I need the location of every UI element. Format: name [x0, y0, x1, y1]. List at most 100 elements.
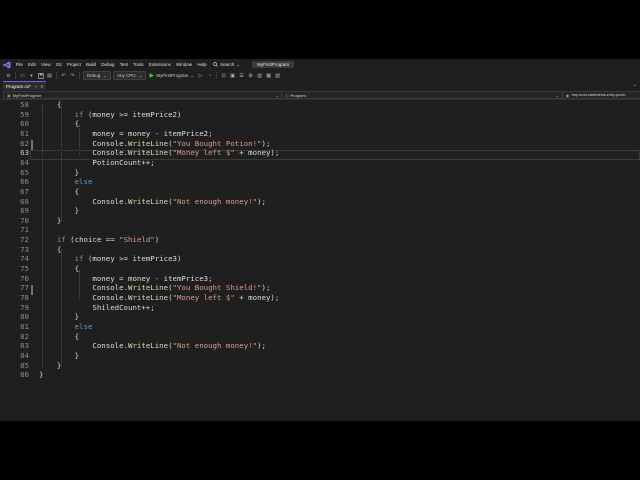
configuration-dropdown[interactable]: Debug ⌄ — [83, 71, 112, 80]
identifier-token: Console — [92, 283, 124, 293]
toolbar-tool-icon[interactable]: ▣ — [228, 71, 237, 80]
code-line[interactable]: 83 Console.WriteLine("Not enough money!"… — [0, 341, 640, 351]
code-text: } — [39, 361, 61, 371]
code-line[interactable]: 72 if (choice == "Shield") — [0, 235, 640, 245]
identifier-token: money — [128, 273, 151, 283]
code-line[interactable]: 64 PotionCount++; — [0, 158, 640, 168]
toolbar-tool-icon[interactable]: ▧ — [273, 71, 282, 80]
string-literal: "Money left $" — [172, 148, 235, 158]
code-line[interactable]: 65 } — [0, 168, 640, 178]
redo-icon[interactable]: ↷ — [68, 71, 77, 80]
code-line[interactable]: 85 } — [0, 361, 640, 371]
toolbar-tool-icon[interactable]: ⊡ — [219, 71, 228, 80]
code-line[interactable]: 82 { — [0, 332, 640, 342]
chevron-down-icon: ⌄ — [555, 92, 559, 98]
code-line[interactable]: 71 — [0, 225, 640, 235]
operator-token: { — [56, 100, 62, 109]
code-text: { — [39, 100, 61, 110]
identifier-token: itemPrice2 — [163, 128, 209, 138]
menu-edit[interactable]: Edit — [25, 62, 38, 67]
save-icon[interactable] — [36, 71, 45, 80]
save-all-icon[interactable]: ▤ — [45, 71, 54, 80]
configuration-value: Debug — [87, 73, 101, 78]
code-line[interactable]: 80 } — [0, 312, 640, 322]
type-dropdown[interactable]: ⬡ Program ⌄ — [281, 91, 563, 99]
close-icon[interactable]: ✕ — [40, 84, 43, 89]
string-literal: "Money left $" — [172, 293, 235, 302]
operator-token: } — [74, 167, 80, 177]
code-line[interactable]: 69 } — [0, 206, 640, 216]
code-line[interactable]: 63 Console.WriteLine("Money left $" + mo… — [0, 148, 640, 158]
code-line[interactable]: 77 Console.WriteLine("You Bought Shield!… — [0, 283, 640, 293]
operator-token: } — [74, 350, 80, 360]
run-button[interactable]: MyFirstProgram ⌄ — [149, 72, 195, 79]
line-number: 76 — [20, 273, 29, 283]
code-line[interactable]: 66 else — [0, 177, 640, 187]
toolbar-tool-icon[interactable]: ▦ — [264, 71, 273, 80]
code-text: { — [39, 332, 79, 342]
member-dropdown[interactable]: ◆ <top-level-statements-entry-point> — [562, 91, 640, 99]
menu-window[interactable]: Window — [173, 62, 194, 67]
toolbar-tool-icon[interactable]: ▥ — [255, 71, 264, 80]
search-box[interactable]: Search ⌄ — [209, 62, 244, 68]
code-line[interactable]: 73 { — [0, 245, 640, 255]
hot-reload-icon[interactable]: ◔ — [205, 71, 214, 80]
identifier-token: itemPrice3 — [132, 254, 177, 264]
menu-debug[interactable]: Debug — [99, 62, 117, 67]
toolbar-tool-icon[interactable]: ☰ — [237, 71, 246, 80]
back-icon[interactable]: ⊖ — [4, 71, 13, 80]
method-token: WriteLine — [128, 138, 169, 148]
code-line[interactable]: 84 } — [0, 351, 640, 361]
menu-help[interactable]: Help — [195, 62, 209, 67]
line-number: 83 — [20, 341, 29, 351]
code-editor[interactable]: 58 {59 if (money >= itemPrice2) 60 {61 mo… — [0, 100, 640, 421]
menu-project[interactable]: Project — [64, 62, 83, 67]
code-line[interactable]: 74 if (money >= itemPrice3) — [0, 254, 640, 264]
code-line[interactable]: 68 Console.WriteLine("Not enough money!"… — [0, 197, 640, 207]
start-without-debugging-icon[interactable]: ▷ — [196, 71, 205, 80]
pin-icon[interactable]: ⊸ — [34, 84, 37, 89]
identifier-token: ShiledCount — [92, 302, 142, 312]
menu-file[interactable]: File — [13, 62, 25, 67]
code-text: Console.WriteLine("Not enough money!"); — [39, 197, 266, 207]
new-item-icon[interactable]: ▭ — [18, 71, 27, 80]
line-number: 73 — [20, 244, 29, 254]
menu-view[interactable]: View — [38, 62, 53, 67]
operator-token: ); — [261, 283, 271, 293]
chevron-down-icon: ⌄ — [190, 72, 195, 78]
code-line[interactable]: 86} — [0, 370, 640, 380]
code-line[interactable]: 81 else — [0, 322, 640, 332]
tab-overflow-icon[interactable]: ⌄ — [633, 82, 637, 88]
toolbar-tool-icon[interactable]: ⊞ — [246, 71, 255, 80]
code-line[interactable]: 70 } — [0, 216, 640, 226]
code-line[interactable]: 61 money = money - itemPrice2; — [0, 129, 640, 139]
project-dropdown[interactable]: ▣ MyFirstProgram ⌄ — [3, 91, 283, 99]
code-line[interactable]: 75 { — [0, 264, 640, 274]
tab-program-cs[interactable]: Program.cs* ⊸ ✕ — [3, 81, 47, 90]
code-line[interactable]: 67 { — [0, 187, 640, 197]
string-literal: "You Bought Shield!" — [172, 283, 262, 293]
code-line[interactable]: 62 Console.WriteLine("You Bought Potion!… — [0, 139, 640, 149]
code-line[interactable]: 59 if (money >= itemPrice2) — [0, 110, 640, 120]
menu-test[interactable]: Test — [117, 62, 130, 67]
code-line[interactable]: 60 { — [0, 119, 640, 129]
identifier-token: Console — [92, 293, 124, 302]
open-icon[interactable]: ▾ — [27, 71, 36, 80]
code-line[interactable]: 58 { — [0, 100, 640, 110]
menu-git[interactable]: Git — [53, 62, 64, 67]
line-number: 75 — [20, 264, 29, 274]
code-line[interactable]: 79 ShiledCount++; — [0, 303, 640, 313]
code-text: } — [39, 206, 79, 216]
code-line[interactable]: 78 Console.WriteLine("Money left $" + mo… — [0, 293, 640, 303]
undo-icon[interactable]: ↶ — [59, 71, 68, 80]
menu-build[interactable]: Build — [83, 62, 98, 67]
menu-extensions[interactable]: Extensions — [146, 62, 173, 67]
menu-tools[interactable]: Tools — [131, 62, 147, 67]
platform-dropdown[interactable]: Any CPU ⌄ — [113, 71, 147, 80]
line-number: 70 — [20, 215, 29, 225]
code-line[interactable]: 76 money = money - itemPrice3; — [0, 274, 640, 284]
